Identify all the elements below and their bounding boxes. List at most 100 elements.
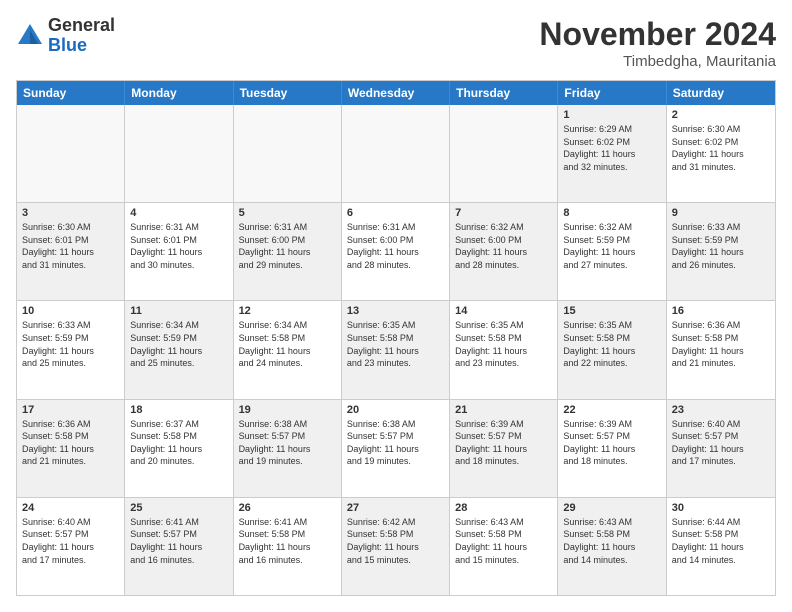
cal-cell-day-10: 10Sunrise: 6:33 AM Sunset: 5:59 PM Dayli… bbox=[17, 301, 125, 398]
day-number: 20 bbox=[347, 404, 444, 416]
day-info: Sunrise: 6:40 AM Sunset: 5:57 PM Dayligh… bbox=[672, 418, 770, 468]
cal-cell-day-14: 14 Sunrise: 6:35 AM Sunset: 5:58 PM Dayli… bbox=[450, 301, 558, 398]
day-number: 25 bbox=[130, 502, 227, 514]
cal-row-1: 3 Sunrise: 6:30 AM Sunset: 6:01 PM Daylig… bbox=[17, 202, 775, 300]
day-info: Sunrise: 6:40 AM Sunset: 5:57 PM Dayligh… bbox=[22, 516, 119, 566]
cal-cell-day-7: 7 Sunrise: 6:32 AM Sunset: 6:00 PM Daylig… bbox=[450, 203, 558, 300]
day-number: 16 bbox=[672, 305, 770, 317]
cal-cell-day-11: 11 Sunrise: 6:34 AM Sunset: 5:59 PM Dayli… bbox=[125, 301, 233, 398]
day-number: 18 bbox=[130, 404, 227, 416]
cal-cell-day-29: 29Sunrise: 6:43 AM Sunset: 5:58 PM Dayli… bbox=[558, 498, 666, 595]
logo-blue: Blue bbox=[48, 35, 87, 55]
cal-row-2: 10Sunrise: 6:33 AM Sunset: 5:59 PM Dayli… bbox=[17, 300, 775, 398]
location: Timbedgha, Mauritania bbox=[539, 53, 776, 70]
cal-cell-empty-0-1 bbox=[125, 105, 233, 202]
day-info: Sunrise: 6:33 AM Sunset: 5:59 PM Dayligh… bbox=[672, 221, 770, 271]
day-number: 9 bbox=[672, 207, 770, 219]
day-number: 19 bbox=[239, 404, 336, 416]
day-info: Sunrise: 6:31 AM Sunset: 6:01 PM Dayligh… bbox=[130, 221, 227, 271]
day-number: 28 bbox=[455, 502, 552, 514]
calendar: SundayMondayTuesdayWednesdayThursdayFrid… bbox=[16, 80, 776, 596]
cal-cell-day-21: 21Sunrise: 6:39 AM Sunset: 5:57 PM Dayli… bbox=[450, 400, 558, 497]
logo: General Blue bbox=[16, 16, 115, 56]
cal-cell-day-22: 22Sunrise: 6:39 AM Sunset: 5:57 PM Dayli… bbox=[558, 400, 666, 497]
day-number: 12 bbox=[239, 305, 336, 317]
cal-cell-day-26: 26Sunrise: 6:41 AM Sunset: 5:58 PM Dayli… bbox=[234, 498, 342, 595]
day-info: Sunrise: 6:35 AM Sunset: 5:58 PM Dayligh… bbox=[455, 319, 552, 369]
day-info: Sunrise: 6:36 AM Sunset: 5:58 PM Dayligh… bbox=[22, 418, 119, 468]
day-info: Sunrise: 6:42 AM Sunset: 5:58 PM Dayligh… bbox=[347, 516, 444, 566]
cal-cell-day-3: 3 Sunrise: 6:30 AM Sunset: 6:01 PM Daylig… bbox=[17, 203, 125, 300]
day-info: Sunrise: 6:34 AM Sunset: 5:58 PM Dayligh… bbox=[239, 319, 336, 369]
day-info: Sunrise: 6:38 AM Sunset: 5:57 PM Dayligh… bbox=[347, 418, 444, 468]
day-info: Sunrise: 6:29 AM Sunset: 6:02 PM Dayligh… bbox=[563, 123, 660, 173]
day-info: Sunrise: 6:43 AM Sunset: 5:58 PM Dayligh… bbox=[563, 516, 660, 566]
day-number: 27 bbox=[347, 502, 444, 514]
cal-cell-day-25: 25 Sunrise: 6:41 AM Sunset: 5:57 PM Dayli… bbox=[125, 498, 233, 595]
day-info: Sunrise: 6:32 AM Sunset: 6:00 PM Dayligh… bbox=[455, 221, 552, 271]
day-number: 2 bbox=[672, 109, 770, 121]
day-number: 7 bbox=[455, 207, 552, 219]
cal-cell-day-2: 2Sunrise: 6:30 AM Sunset: 6:02 PM Daylig… bbox=[667, 105, 775, 202]
cal-cell-day-15: 15 Sunrise: 6:35 AM Sunset: 5:58 PM Dayli… bbox=[558, 301, 666, 398]
logo-icon bbox=[16, 22, 44, 50]
day-info: Sunrise: 6:30 AM Sunset: 6:01 PM Dayligh… bbox=[22, 221, 119, 271]
header-day-saturday: Saturday bbox=[667, 81, 775, 105]
cal-cell-day-12: 12 Sunrise: 6:34 AM Sunset: 5:58 PM Dayli… bbox=[234, 301, 342, 398]
day-info: Sunrise: 6:35 AM Sunset: 5:58 PM Dayligh… bbox=[347, 319, 444, 369]
cal-cell-day-5: 5Sunrise: 6:31 AM Sunset: 6:00 PM Daylig… bbox=[234, 203, 342, 300]
day-number: 4 bbox=[130, 207, 227, 219]
day-number: 14 bbox=[455, 305, 552, 317]
header-day-monday: Monday bbox=[125, 81, 233, 105]
day-info: Sunrise: 6:37 AM Sunset: 5:58 PM Dayligh… bbox=[130, 418, 227, 468]
day-number: 3 bbox=[22, 207, 119, 219]
title-section: November 2024 Timbedgha, Mauritania bbox=[539, 16, 776, 70]
cal-row-4: 24 Sunrise: 6:40 AM Sunset: 5:57 PM Dayli… bbox=[17, 497, 775, 595]
calendar-body: 1Sunrise: 6:29 AM Sunset: 6:02 PM Daylig… bbox=[17, 105, 775, 595]
day-number: 24 bbox=[22, 502, 119, 514]
day-info: Sunrise: 6:38 AM Sunset: 5:57 PM Dayligh… bbox=[239, 418, 336, 468]
cal-row-3: 17Sunrise: 6:36 AM Sunset: 5:58 PM Dayli… bbox=[17, 399, 775, 497]
header-day-thursday: Thursday bbox=[450, 81, 558, 105]
cal-row-0: 1Sunrise: 6:29 AM Sunset: 6:02 PM Daylig… bbox=[17, 105, 775, 202]
header-day-friday: Friday bbox=[558, 81, 666, 105]
cal-cell-day-19: 19 Sunrise: 6:38 AM Sunset: 5:57 PM Dayli… bbox=[234, 400, 342, 497]
cal-cell-day-18: 18 Sunrise: 6:37 AM Sunset: 5:58 PM Dayli… bbox=[125, 400, 233, 497]
day-info: Sunrise: 6:41 AM Sunset: 5:58 PM Dayligh… bbox=[239, 516, 336, 566]
cal-cell-empty-0-2 bbox=[234, 105, 342, 202]
day-info: Sunrise: 6:31 AM Sunset: 6:00 PM Dayligh… bbox=[347, 221, 444, 271]
cal-cell-day-20: 20 Sunrise: 6:38 AM Sunset: 5:57 PM Dayli… bbox=[342, 400, 450, 497]
logo-text: General Blue bbox=[48, 16, 115, 56]
cal-cell-day-9: 9 Sunrise: 6:33 AM Sunset: 5:59 PM Daylig… bbox=[667, 203, 775, 300]
page: General Blue November 2024 Timbedgha, Ma… bbox=[0, 0, 792, 612]
day-number: 23 bbox=[672, 404, 770, 416]
header-day-sunday: Sunday bbox=[17, 81, 125, 105]
cal-cell-day-4: 4 Sunrise: 6:31 AM Sunset: 6:01 PM Daylig… bbox=[125, 203, 233, 300]
header-day-wednesday: Wednesday bbox=[342, 81, 450, 105]
header: General Blue November 2024 Timbedgha, Ma… bbox=[16, 16, 776, 70]
cal-cell-day-6: 6 Sunrise: 6:31 AM Sunset: 6:00 PM Daylig… bbox=[342, 203, 450, 300]
cal-cell-day-16: 16 Sunrise: 6:36 AM Sunset: 5:58 PM Dayli… bbox=[667, 301, 775, 398]
day-info: Sunrise: 6:36 AM Sunset: 5:58 PM Dayligh… bbox=[672, 319, 770, 369]
day-number: 6 bbox=[347, 207, 444, 219]
day-number: 8 bbox=[563, 207, 660, 219]
cal-cell-empty-0-3 bbox=[342, 105, 450, 202]
day-number: 15 bbox=[563, 305, 660, 317]
month-title: November 2024 bbox=[539, 16, 776, 53]
day-number: 11 bbox=[130, 305, 227, 317]
calendar-header: SundayMondayTuesdayWednesdayThursdayFrid… bbox=[17, 81, 775, 105]
day-number: 5 bbox=[239, 207, 336, 219]
day-info: Sunrise: 6:34 AM Sunset: 5:59 PM Dayligh… bbox=[130, 319, 227, 369]
cal-cell-day-17: 17Sunrise: 6:36 AM Sunset: 5:58 PM Dayli… bbox=[17, 400, 125, 497]
day-info: Sunrise: 6:41 AM Sunset: 5:57 PM Dayligh… bbox=[130, 516, 227, 566]
cal-cell-day-27: 27 Sunrise: 6:42 AM Sunset: 5:58 PM Dayli… bbox=[342, 498, 450, 595]
cal-cell-day-23: 23 Sunrise: 6:40 AM Sunset: 5:57 PM Dayli… bbox=[667, 400, 775, 497]
day-number: 21 bbox=[455, 404, 552, 416]
cal-cell-day-13: 13Sunrise: 6:35 AM Sunset: 5:58 PM Dayli… bbox=[342, 301, 450, 398]
cal-cell-day-24: 24 Sunrise: 6:40 AM Sunset: 5:57 PM Dayli… bbox=[17, 498, 125, 595]
cal-cell-empty-0-0 bbox=[17, 105, 125, 202]
day-number: 10 bbox=[22, 305, 119, 317]
cal-cell-empty-0-4 bbox=[450, 105, 558, 202]
day-info: Sunrise: 6:43 AM Sunset: 5:58 PM Dayligh… bbox=[455, 516, 552, 566]
day-info: Sunrise: 6:35 AM Sunset: 5:58 PM Dayligh… bbox=[563, 319, 660, 369]
